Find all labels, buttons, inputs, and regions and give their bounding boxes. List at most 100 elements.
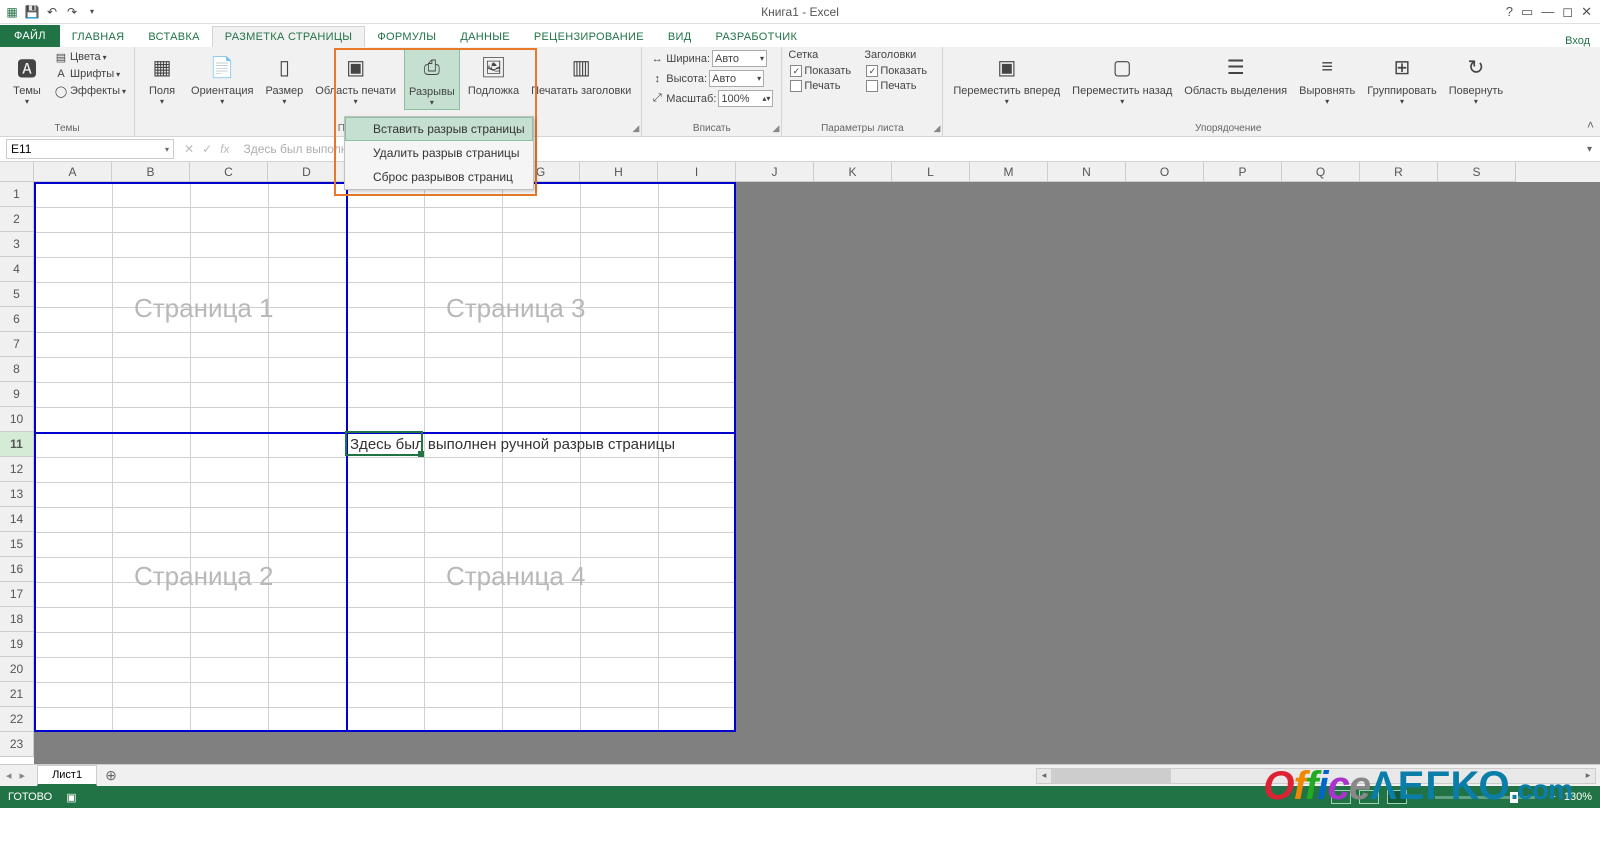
zoom-in-button[interactable]: + (1549, 791, 1555, 803)
column-header[interactable]: M (970, 162, 1048, 182)
name-box[interactable]: E11▾ (6, 139, 174, 159)
cancel-formula-icon[interactable]: ✕ (184, 142, 194, 156)
ribbon-display-icon[interactable]: ▭ (1521, 4, 1533, 20)
maximize-icon[interactable]: ◻ (1562, 4, 1573, 20)
scroll-thumb[interactable] (1051, 769, 1171, 783)
expand-formula-bar-icon[interactable]: ▾ (1579, 144, 1600, 155)
print-area-button[interactable]: ▣Область печати▾ (311, 49, 400, 108)
row-header[interactable]: 12 (0, 457, 34, 482)
column-header[interactable]: Q (1282, 162, 1360, 182)
background-button[interactable]: 🖼Подложка (464, 49, 523, 99)
colors-button[interactable]: ▤Цвета▾ (52, 49, 128, 65)
sheet-nav-prev-icon[interactable]: ◂ (6, 769, 12, 782)
print-titles-button[interactable]: ▥Печатать заголовки (527, 49, 635, 99)
normal-view-button[interactable] (1331, 790, 1351, 804)
row-header[interactable]: 3 (0, 232, 34, 257)
tab-developer[interactable]: РАЗРАБОТЧИК (703, 27, 809, 47)
page-layout-view-button[interactable] (1359, 790, 1379, 804)
row-header[interactable]: 21 (0, 682, 34, 707)
column-header[interactable]: H (580, 162, 658, 182)
scroll-left-icon[interactable]: ◂ (1037, 769, 1051, 783)
page-setup-launcher[interactable]: ◢ (632, 123, 639, 134)
macro-record-icon[interactable]: ▣ (66, 791, 76, 804)
row-header[interactable]: 10 (0, 407, 34, 432)
gridlines-show-check[interactable]: ✓Показать (788, 64, 860, 78)
gridlines-print-check[interactable]: Печать (788, 79, 860, 93)
themes-button[interactable]: 🅰 Темы ▾ (6, 49, 48, 108)
row-header[interactable]: 2 (0, 207, 34, 232)
tab-view[interactable]: ВИД (656, 27, 704, 47)
redo-icon[interactable]: ↷ (64, 4, 80, 20)
sheet-tab[interactable]: Лист1 (37, 765, 97, 786)
row-header[interactable]: 11 (0, 432, 34, 457)
minimize-icon[interactable]: — (1541, 4, 1554, 20)
tab-data[interactable]: ДАННЫЕ (448, 27, 522, 47)
headings-print-check[interactable]: Печать (864, 79, 936, 93)
page-break-view-button[interactable] (1387, 790, 1407, 804)
save-icon[interactable]: 💾 (24, 4, 40, 20)
fonts-button[interactable]: AШрифты▾ (52, 66, 128, 82)
column-header[interactable]: L (892, 162, 970, 182)
effects-button[interactable]: ◯Эффекты▾ (52, 83, 128, 99)
collapse-ribbon-icon[interactable]: ˄ (1587, 118, 1594, 132)
row-header[interactable]: 14 (0, 507, 34, 532)
row-header[interactable]: 9 (0, 382, 34, 407)
group-button[interactable]: ⊞Группировать▾ (1363, 49, 1441, 108)
zoom-slider[interactable] (1435, 796, 1535, 799)
enter-formula-icon[interactable]: ✓ (202, 142, 212, 156)
zoom-out-button[interactable]: − (1415, 791, 1421, 803)
remove-page-break-item[interactable]: Удалить разрыв страницы (345, 141, 533, 165)
undo-icon[interactable]: ↶ (44, 4, 60, 20)
margins-button[interactable]: ▦Поля▾ (141, 49, 183, 108)
sheet-nav-next-icon[interactable]: ▸ (20, 769, 26, 782)
tab-review[interactable]: РЕЦЕНЗИРОВАНИЕ (522, 27, 656, 47)
row-header[interactable]: 6 (0, 307, 34, 332)
zoom-value[interactable]: 130% (1564, 791, 1592, 803)
scale-spinner[interactable]: 100%▴▾ (718, 90, 773, 107)
headings-show-check[interactable]: ✓Показать (864, 64, 936, 78)
row-header[interactable]: 1 (0, 182, 34, 207)
help-icon[interactable]: ? (1506, 4, 1513, 20)
row-header[interactable]: 7 (0, 332, 34, 357)
column-header[interactable]: B (112, 162, 190, 182)
size-button[interactable]: ▯Размер▾ (261, 49, 307, 108)
login-link[interactable]: Вход (1565, 35, 1600, 47)
row-header[interactable]: 19 (0, 632, 34, 657)
orientation-button[interactable]: 📄Ориентация▾ (187, 49, 257, 108)
insert-page-break-item[interactable]: Вставить разрыв страницы (345, 117, 533, 141)
row-header[interactable]: 13 (0, 482, 34, 507)
reset-page-breaks-item[interactable]: Сброс разрывов страниц (345, 165, 533, 189)
sheet-options-launcher[interactable]: ◢ (933, 123, 940, 134)
rotate-button[interactable]: ↻Повернуть▾ (1445, 49, 1507, 108)
breaks-button[interactable]: ⎙Разрывы▾ (404, 49, 460, 110)
row-header[interactable]: 23 (0, 732, 34, 757)
qat-dropdown-icon[interactable]: ▾ (84, 4, 100, 20)
column-header[interactable]: C (190, 162, 268, 182)
row-header[interactable]: 20 (0, 657, 34, 682)
column-header[interactable]: N (1048, 162, 1126, 182)
column-header[interactable]: R (1360, 162, 1438, 182)
column-header[interactable]: D (268, 162, 346, 182)
row-header[interactable]: 16 (0, 557, 34, 582)
fx-icon[interactable]: fx (220, 142, 229, 156)
tab-page-layout[interactable]: РАЗМЕТКА СТРАНИЦЫ (212, 26, 366, 47)
row-header[interactable]: 4 (0, 257, 34, 282)
tab-home[interactable]: ГЛАВНАЯ (60, 27, 137, 47)
add-sheet-button[interactable]: ⊕ (97, 767, 125, 784)
tab-formulas[interactable]: ФОРМУЛЫ (365, 27, 448, 47)
column-header[interactable]: I (658, 162, 736, 182)
close-icon[interactable]: ✕ (1581, 4, 1592, 20)
row-header[interactable]: 5 (0, 282, 34, 307)
tab-insert[interactable]: ВСТАВКА (136, 27, 211, 47)
select-all-corner[interactable] (0, 162, 34, 182)
scroll-right-icon[interactable]: ▸ (1581, 769, 1595, 783)
align-button[interactable]: ≡Выровнять▾ (1295, 49, 1359, 108)
fit-launcher[interactable]: ◢ (772, 123, 779, 134)
row-header[interactable]: 22 (0, 707, 34, 732)
column-header[interactable]: J (736, 162, 814, 182)
bring-forward-button[interactable]: ▣Переместить вперед▾ (949, 49, 1064, 108)
column-header[interactable]: K (814, 162, 892, 182)
selection-pane-button[interactable]: ☰Область выделения (1180, 49, 1291, 99)
horizontal-scrollbar[interactable]: ◂ ▸ (1036, 768, 1596, 784)
row-header[interactable]: 18 (0, 607, 34, 632)
